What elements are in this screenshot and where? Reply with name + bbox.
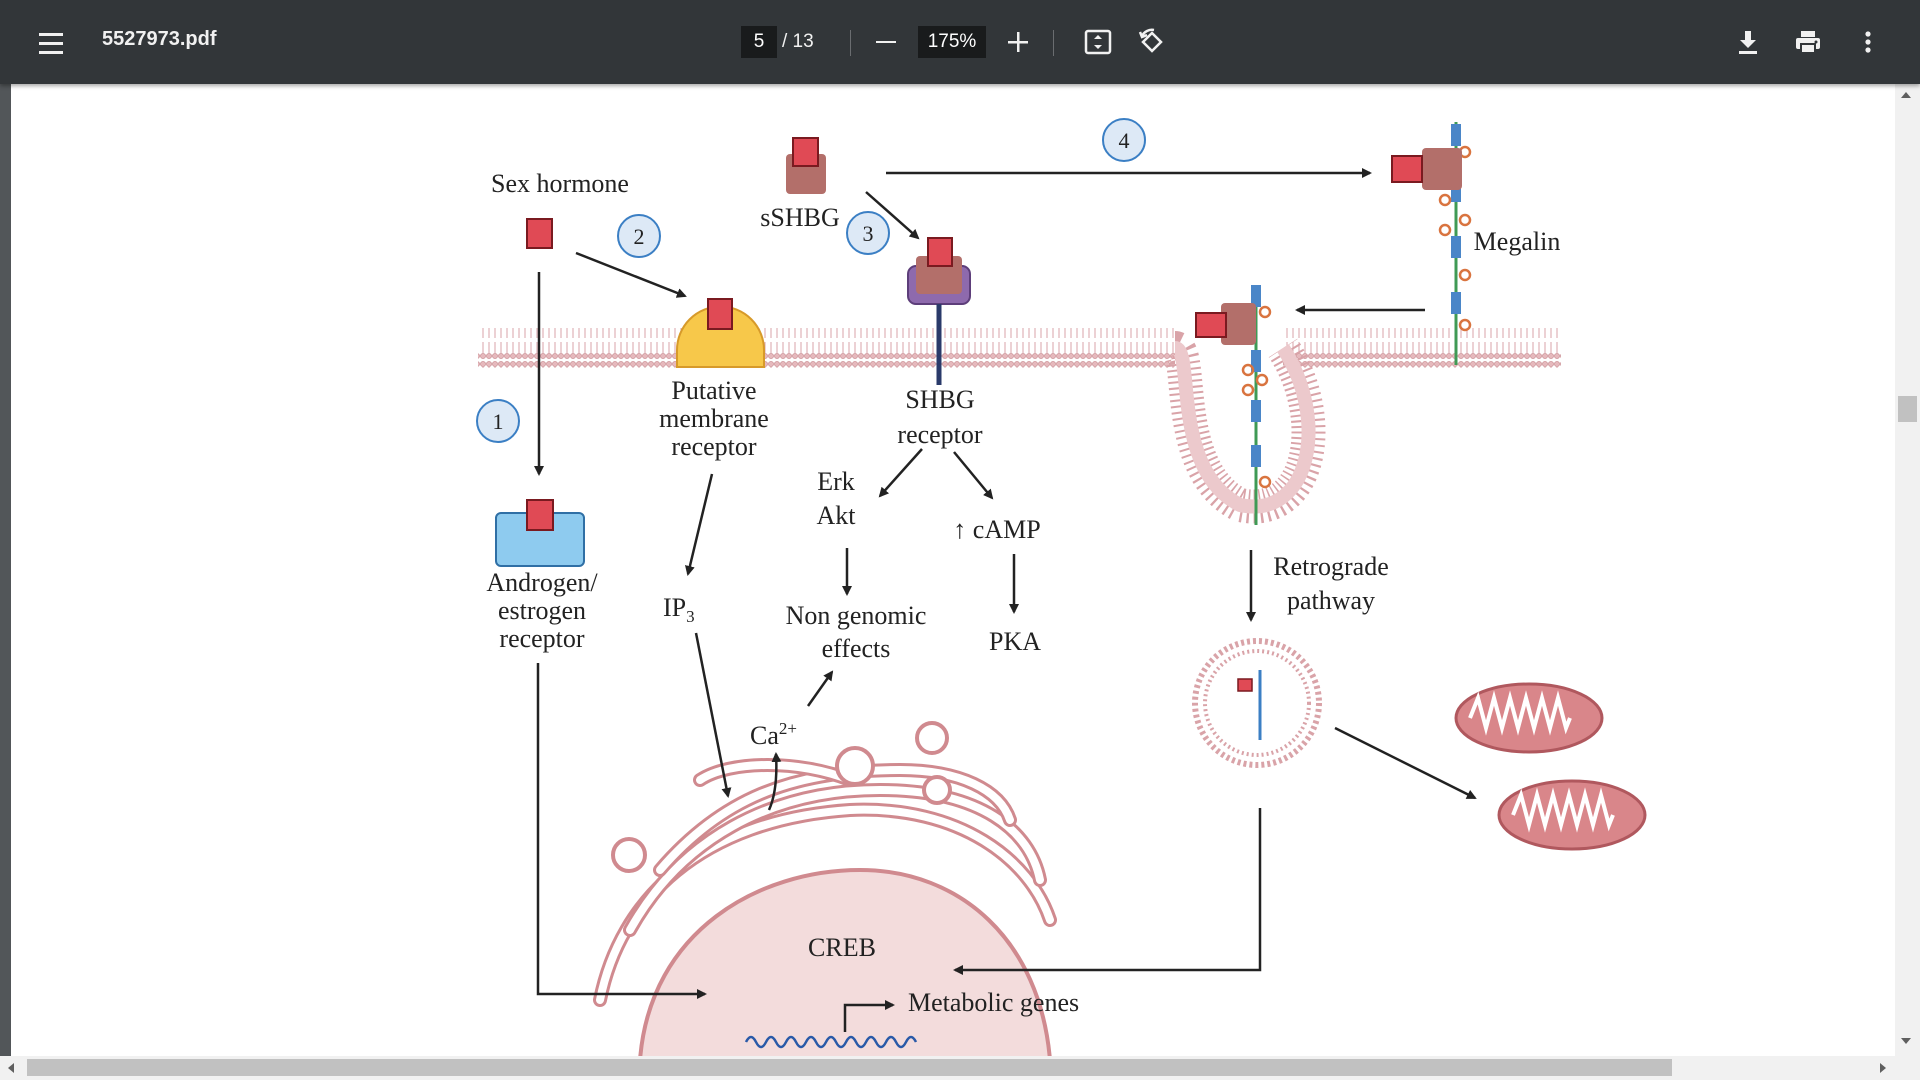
pdf-page: 1 2 3 4 Sex hormone sSHBG Megalin Putati…: [11, 84, 1895, 1056]
scroll-left-icon[interactable]: [8, 1063, 14, 1073]
step-3-label: 3: [863, 221, 874, 246]
androgen-label-3: receptor: [499, 624, 585, 653]
rotate-icon[interactable]: [1134, 24, 1170, 60]
sex-hormone-molecule: [526, 218, 553, 249]
fit-to-page-icon[interactable]: [1080, 24, 1116, 60]
erk-label: Erk: [817, 467, 855, 496]
akt-label: Akt: [817, 501, 857, 530]
sshbg-label: sSHBG: [760, 203, 839, 232]
pathway-figure: 1 2 3 4 Sex hormone sSHBG Megalin Putati…: [476, 118, 1647, 1056]
calcium-label: Ca2+: [750, 719, 797, 750]
scroll-right-icon[interactable]: [1880, 1063, 1886, 1073]
putative-label-1: Putative: [671, 376, 756, 405]
cell-membrane: [478, 328, 1561, 524]
ip3-label: IP3: [663, 593, 695, 626]
horizontal-scroll-thumb[interactable]: [27, 1059, 1672, 1076]
download-icon[interactable]: [1730, 24, 1766, 60]
toolbar-divider: [850, 30, 851, 56]
metabolic-genes-label: Metabolic genes: [908, 988, 1079, 1017]
plus-icon[interactable]: [1000, 24, 1036, 60]
current-page-input[interactable]: 5: [741, 26, 777, 58]
pka-label: PKA: [989, 627, 1041, 656]
non-genomic-label-1: Non genomic: [786, 601, 927, 630]
more-vertical-icon[interactable]: [1850, 24, 1886, 60]
megalin-label: Megalin: [1474, 227, 1561, 256]
toolbar-divider: [1053, 30, 1054, 56]
step-4-label: 4: [1119, 128, 1130, 153]
androgen-estrogen-receptor: [495, 499, 585, 567]
retrograde-label-2: pathway: [1287, 586, 1375, 615]
putative-membrane-receptor: [676, 298, 765, 368]
scroll-down-icon[interactable]: [1901, 1038, 1911, 1044]
scroll-up-icon[interactable]: [1901, 92, 1911, 98]
mitochondria: [1454, 682, 1647, 851]
zoom-level-input[interactable]: 175%: [918, 26, 986, 58]
shbg-label-1: SHBG: [905, 385, 974, 414]
pdf-toolbar: 5527973.pdf 5 / 13 175%: [0, 0, 1920, 84]
minus-icon[interactable]: [868, 24, 904, 60]
step-2-label: 2: [634, 224, 645, 249]
step-1-label: 1: [493, 409, 504, 434]
print-icon[interactable]: [1790, 24, 1826, 60]
vertical-scroll-thumb[interactable]: [1898, 396, 1917, 422]
non-genomic-label-2: effects: [822, 634, 891, 663]
androgen-label-2: estrogen: [498, 596, 586, 625]
camp-label: ↑ cAMP: [953, 515, 1040, 544]
vertical-scrollbar[interactable]: [1895, 84, 1920, 1056]
shbg-label-2: receptor: [897, 420, 983, 449]
putative-label-3: receptor: [671, 432, 757, 461]
putative-label-2: membrane: [659, 404, 769, 433]
retrograde-label-1: Retrograde: [1273, 552, 1389, 581]
hamburger-icon[interactable]: [30, 22, 72, 64]
page-total: / 13: [782, 31, 814, 52]
sex-hormone-label: Sex hormone: [491, 169, 629, 198]
androgen-label-1: Androgen/: [486, 568, 598, 597]
endocytic-vesicle: [1192, 638, 1322, 768]
file-name: 5527973.pdf: [102, 28, 217, 50]
creb-label: CREB: [808, 933, 876, 962]
